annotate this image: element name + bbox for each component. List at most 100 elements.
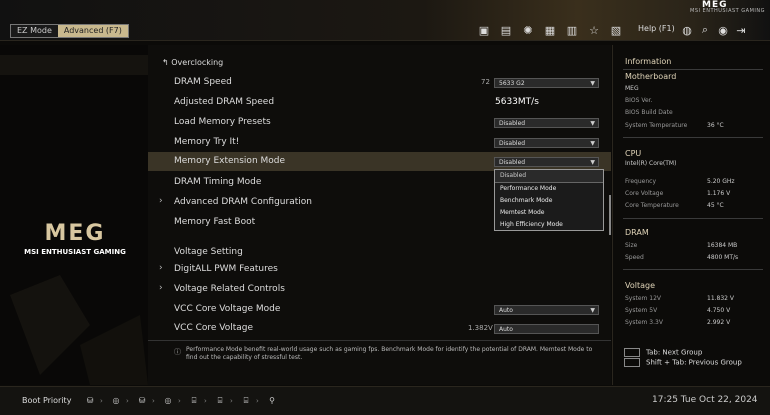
option-disabled[interactable]: Disabled	[495, 170, 603, 183]
dropdown-value: 5633 G2	[499, 80, 525, 87]
dram-title: DRAM	[625, 228, 649, 237]
option-memtest-mode[interactable]: Memtest Mode	[495, 207, 603, 219]
memory-try-it-dropdown[interactable]: Disabled ▼	[494, 138, 599, 148]
bios-date-label: BIOS Build Date	[625, 109, 673, 116]
exit-icon[interactable]: ⇥	[732, 22, 750, 38]
chevron-down-icon: ▼	[590, 80, 595, 87]
chevron-down-icon: ▼	[590, 120, 595, 127]
brand-mark: MEG	[44, 221, 106, 246]
divider	[623, 137, 763, 138]
top-icon-group: ▣ ▤ ✺ ▦ ▥ ☆ ▧	[474, 22, 628, 38]
dram-speed-dropdown[interactable]: 5633 G2 ▼	[494, 78, 599, 88]
favorite-icon[interactable]: ☆	[584, 22, 604, 38]
option-high-efficiency-mode[interactable]: High Efficiency Mode	[495, 219, 603, 231]
fan-icon[interactable]: ✺	[518, 22, 538, 38]
dram-size-value: 16384 MB	[707, 242, 738, 249]
option-benchmark-mode[interactable]: Benchmark Mode	[495, 195, 603, 207]
load-memory-presets-dropdown[interactable]: Disabled ▼	[494, 118, 599, 128]
help-button[interactable]: Help (F1)	[638, 24, 675, 33]
hardware-monitor-icon[interactable]: ▧	[606, 22, 626, 38]
setting-voltage-related-controls[interactable]: › Voltage Related Controls	[148, 280, 611, 299]
dram-speed-label: Speed	[625, 254, 644, 261]
setting-label: DRAM Speed	[174, 77, 232, 87]
background-shape	[0, 55, 148, 385]
camera-icon[interactable]: ◉	[714, 22, 732, 38]
usb-key-icon[interactable]: ⌸	[236, 394, 256, 407]
key-hint-tab: Tab: Next Group	[624, 348, 742, 358]
system-12v-label: System 12V	[625, 295, 662, 302]
core-temp-label: Core Temperature	[625, 202, 679, 209]
cpu-frequency-value: 5.20 GHz	[707, 178, 735, 185]
setting-group-label: Voltage Setting	[174, 247, 243, 257]
memory-extension-mode-dropdown[interactable]: Disabled ▼	[494, 157, 599, 167]
chevron-right-icon: ›	[159, 263, 163, 273]
breadcrumb[interactable]: ↰ Overclocking	[162, 58, 223, 67]
advanced-mode-tab[interactable]: Advanced (F7)	[57, 25, 128, 37]
setting-dram-speed[interactable]: DRAM Speed 72 5633 G2 ▼	[148, 73, 611, 92]
key-hint-shift-tab: Shift + Tab: Previous Group	[624, 357, 742, 368]
board-icon[interactable]: ▦	[540, 22, 560, 38]
vcc-core-voltage-mode-dropdown[interactable]: Auto ▼	[494, 305, 599, 315]
chevron-down-icon: ▼	[590, 307, 595, 314]
core-voltage-value: 1.176 V	[707, 190, 731, 197]
optical-disk-icon[interactable]: ◎	[106, 394, 126, 407]
usb-key-icon[interactable]: ⌸	[184, 394, 204, 407]
cpu-title: CPU	[625, 149, 642, 158]
divider	[623, 69, 763, 70]
system-temp-label: System Temperature	[625, 122, 688, 129]
usb-key-icon[interactable]: ⌸	[210, 394, 230, 407]
setting-digitall-pwm-features[interactable]: › DigitALL PWM Features	[148, 260, 611, 279]
setting-label: Memory Fast Boot	[174, 217, 256, 227]
setting-index: 72	[481, 78, 490, 86]
shift-tab-key-icon	[624, 357, 640, 367]
back-arrow-icon[interactable]: ↰	[162, 58, 169, 67]
globe-icon[interactable]: ◍	[678, 22, 696, 38]
cpu-icon[interactable]: ▣	[474, 22, 494, 38]
motherboard-title: Motherboard	[625, 72, 677, 81]
usb-drive-icon[interactable]: ⛁	[80, 394, 100, 407]
chevron-down-icon: ▼	[590, 140, 595, 147]
bottom-bar: Boot Priority ⛁ › ◎ › ⛁ › ◎ › ⌸ › ⌸ › ⌸ › ⚲ 17:…	[0, 386, 770, 415]
input-value: Auto	[499, 326, 513, 333]
system-temp-value: 36 °C	[707, 122, 724, 129]
cpu-name: Intel(R) Core(TM)	[625, 160, 677, 167]
network-boot-icon[interactable]: ⚲	[262, 394, 282, 407]
usb-drive-icon[interactable]: ⛁	[132, 394, 152, 407]
setting-label: Memory Extension Mode	[174, 156, 286, 166]
dropdown-value: Disabled	[499, 159, 526, 166]
setting-vcc-core-voltage-mode[interactable]: VCC Core Voltage Mode Auto ▼	[148, 300, 611, 319]
setting-vcc-core-voltage[interactable]: VCC Core Voltage 1.382V Auto	[148, 319, 611, 338]
mode-switch[interactable]: EZ Mode Advanced (F7)	[10, 24, 129, 38]
motherboard-name: MEG	[625, 85, 639, 92]
optical-disk-icon[interactable]: ◎	[158, 394, 178, 407]
option-performance-mode[interactable]: Performance Mode	[495, 183, 603, 195]
voltage-title: Voltage	[625, 281, 656, 290]
chevron-right-icon: ›	[159, 196, 163, 206]
divider	[623, 269, 763, 270]
vcc-core-voltage-input[interactable]: Auto	[494, 324, 599, 334]
search-icon[interactable]: ⌕	[696, 22, 714, 38]
key-hints: Tab: Next Group Shift + Tab: Previous Gr…	[624, 348, 742, 367]
dram-speed-value: 4800 MT/s	[707, 254, 739, 261]
brand-logo: MEG MSI ENTHUSIAST GAMING	[20, 221, 130, 256]
setting-load-memory-presets[interactable]: Load Memory Presets Disabled ▼	[148, 113, 611, 132]
core-voltage-label: Core Voltage	[625, 190, 664, 197]
setting-label: VCC Core Voltage Mode	[174, 304, 281, 314]
setting-label: DRAM Timing Mode	[174, 177, 262, 187]
scrollbar-thumb[interactable]	[609, 195, 611, 235]
setting-memory-try-it[interactable]: Memory Try It! Disabled ▼	[148, 133, 611, 152]
ez-mode-tab[interactable]: EZ Mode	[11, 25, 58, 37]
memory-icon[interactable]: ▤	[496, 22, 516, 38]
information-panel: Information Motherboard MEG BIOS Ver. BI…	[612, 45, 770, 385]
setting-label: Load Memory Presets	[174, 117, 271, 127]
memory-extension-mode-options: Disabled Performance Mode Benchmark Mode…	[494, 169, 604, 231]
system-3v3-label: System 3.3V	[625, 319, 663, 326]
m-flash-icon[interactable]: ▥	[562, 22, 582, 38]
bios-version-label: BIOS Ver.	[625, 97, 653, 104]
setting-adjusted-dram-speed: Adjusted DRAM Speed 5633MT/s	[148, 93, 611, 112]
brand-text: MSI ENTHUSIAST GAMING	[24, 248, 126, 256]
boot-priority-label: Boot Priority	[22, 396, 72, 405]
tab-key-icon	[624, 348, 640, 357]
setting-label: Memory Try It!	[174, 137, 240, 147]
divider	[623, 218, 763, 219]
